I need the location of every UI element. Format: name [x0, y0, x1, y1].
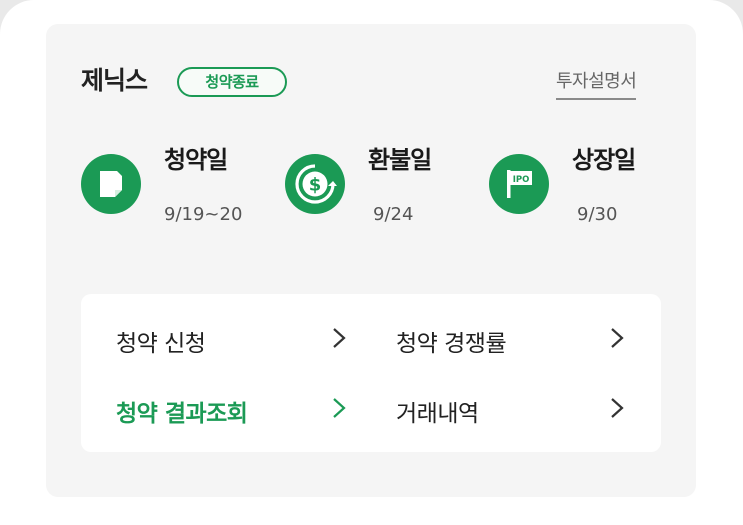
chevron-right-icon	[611, 398, 624, 418]
document-icon	[81, 154, 141, 214]
status-badge: 청약종료	[177, 67, 287, 97]
menu-item-label: 거래내역	[396, 401, 479, 427]
chevron-right-icon	[611, 328, 624, 348]
ipo-card: 제닉스 청약종료 투자설명서 청약일 9/19~20 $ 환불일 9/24 IP…	[46, 24, 696, 497]
bottom-sheet: 제닉스 청약종료 투자설명서 청약일 9/19~20 $ 환불일 9/24 IP…	[0, 0, 743, 525]
menu-item-subscribe[interactable]: 청약 신청	[116, 318, 351, 358]
step-listing-day: IPO 상장일 9/30	[489, 144, 669, 244]
step-subscription-day: 청약일 9/19~20	[81, 144, 261, 244]
menu-item-label: 청약 결과조회	[116, 401, 248, 427]
menu-item-competition-rate[interactable]: 청약 경쟁률	[396, 318, 631, 358]
menu-item-result-inquiry[interactable]: 청약 결과조회	[116, 388, 351, 428]
chevron-right-icon	[333, 398, 346, 418]
step-label: 상장일	[572, 146, 636, 174]
menu-item-transaction-history[interactable]: 거래내역	[396, 388, 631, 428]
chevron-right-icon	[333, 328, 346, 348]
dollar-refresh-icon: $	[285, 154, 345, 214]
svg-text:$: $	[309, 175, 322, 196]
company-name: 제닉스	[81, 66, 148, 95]
step-date: 9/24	[373, 204, 414, 225]
ipo-flag-icon: IPO	[489, 154, 549, 214]
step-refund-day: $ 환불일 9/24	[285, 144, 465, 244]
step-date: 9/19~20	[164, 204, 243, 225]
step-date: 9/30	[577, 204, 618, 225]
menu-item-label: 청약 경쟁률	[396, 331, 507, 357]
step-label: 환불일	[368, 146, 432, 174]
svg-text:IPO: IPO	[513, 175, 530, 185]
prospectus-link[interactable]: 투자설명서	[556, 72, 637, 100]
menu-item-label: 청약 신청	[116, 331, 206, 357]
step-label: 청약일	[164, 146, 228, 174]
ipo-menu: 청약 신청 청약 경쟁률 청약 결과조회 거래내역	[81, 294, 661, 452]
